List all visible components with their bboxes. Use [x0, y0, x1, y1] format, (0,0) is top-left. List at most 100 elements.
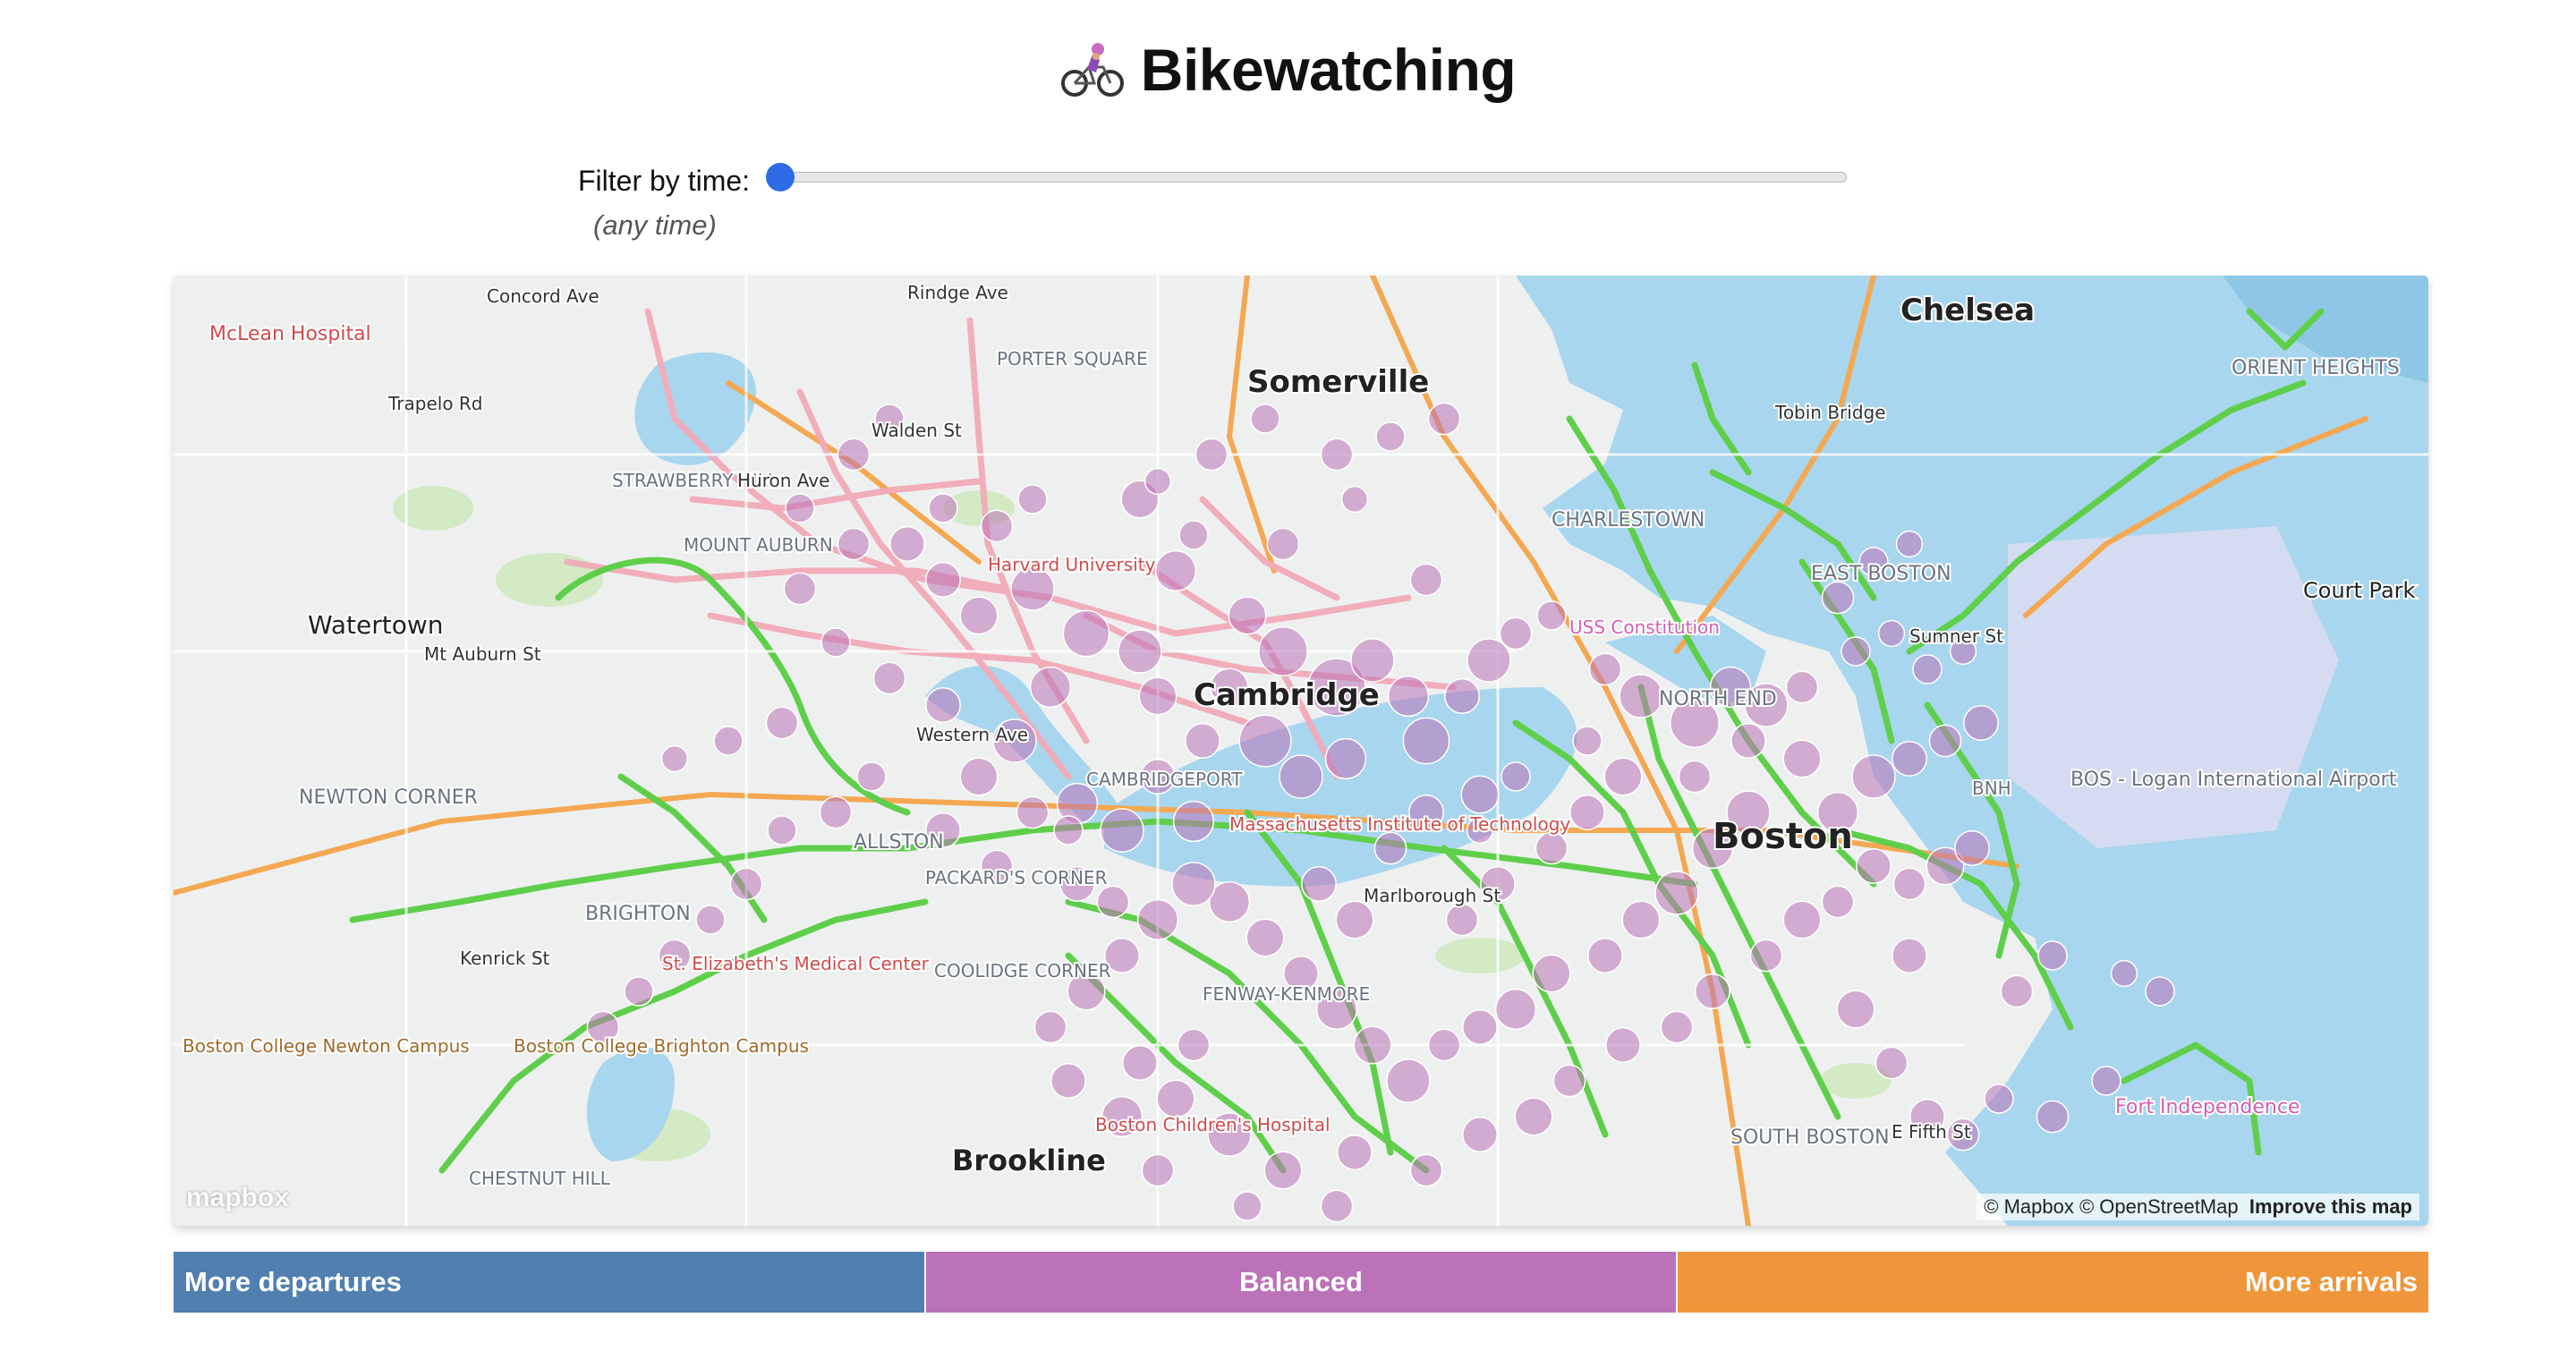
station-marker[interactable]	[1335, 900, 1374, 939]
time-slider[interactable]	[766, 163, 1847, 191]
station-marker[interactable]	[1572, 726, 1603, 756]
station-marker[interactable]	[1258, 626, 1308, 676]
station-marker[interactable]	[1178, 520, 1209, 550]
station-marker[interactable]	[1782, 739, 1822, 778]
station-marker[interactable]	[1928, 724, 1962, 758]
station-marker[interactable]	[1194, 438, 1228, 472]
station-marker[interactable]	[1821, 885, 1855, 919]
station-marker[interactable]	[1501, 761, 1531, 792]
station-marker[interactable]	[1444, 678, 1480, 714]
station-marker[interactable]	[837, 527, 871, 561]
station-marker[interactable]	[1279, 754, 1323, 799]
station-marker[interactable]	[1841, 636, 1871, 667]
station-marker[interactable]	[1375, 421, 1406, 452]
station-marker[interactable]	[783, 572, 817, 606]
station-marker[interactable]	[1462, 1117, 1498, 1152]
station-marker[interactable]	[1250, 404, 1280, 434]
station-marker[interactable]	[1445, 903, 1479, 937]
station-marker[interactable]	[1096, 885, 1130, 919]
station-marker[interactable]	[1177, 1028, 1211, 1062]
station-marker[interactable]	[925, 687, 961, 723]
bike-map[interactable]: Somerville Chelsea Cambridge Boston Watertow…	[174, 276, 2428, 1226]
station-marker[interactable]	[959, 757, 999, 796]
station-marker[interactable]	[1532, 954, 1571, 993]
station-marker[interactable]	[1895, 530, 1924, 558]
station-marker[interactable]	[1892, 741, 1927, 777]
station-marker[interactable]	[980, 509, 1014, 543]
station-marker[interactable]	[1141, 1153, 1175, 1187]
station-marker[interactable]	[1954, 830, 1990, 866]
station-marker[interactable]	[1143, 467, 1172, 496]
station-marker[interactable]	[1386, 1058, 1431, 1103]
station-marker[interactable]	[1402, 717, 1450, 765]
station-marker[interactable]	[856, 761, 887, 792]
station-marker[interactable]	[1605, 1027, 1641, 1063]
station-marker[interactable]	[1156, 1079, 1195, 1118]
station-marker[interactable]	[1136, 898, 1179, 941]
station-marker[interactable]	[925, 562, 961, 598]
station-marker[interactable]	[959, 596, 999, 635]
station-marker[interactable]	[1569, 795, 1605, 830]
station-marker[interactable]	[1856, 848, 1892, 884]
station-marker[interactable]	[1619, 674, 1663, 718]
station-marker[interactable]	[1963, 705, 1999, 741]
station-marker[interactable]	[1171, 862, 1216, 906]
station-marker[interactable]	[1695, 973, 1730, 1009]
station-marker[interactable]	[785, 493, 815, 523]
station-marker[interactable]	[1122, 1045, 1158, 1081]
station-marker[interactable]	[819, 795, 853, 829]
station-marker[interactable]	[872, 661, 906, 695]
attribution-text[interactable]: © Mapbox © OpenStreetMap	[1984, 1195, 2238, 1218]
station-marker[interactable]	[1678, 760, 1712, 794]
station-marker[interactable]	[1050, 1063, 1086, 1099]
mapbox-logo[interactable]: mapbox	[186, 1183, 289, 1213]
station-marker[interactable]	[660, 744, 689, 773]
station-marker[interactable]	[1499, 616, 1533, 650]
station-marker[interactable]	[1785, 670, 1819, 704]
station-marker[interactable]	[2110, 959, 2138, 988]
station-marker[interactable]	[1373, 831, 1407, 865]
station-marker[interactable]	[1324, 737, 1367, 780]
station-marker[interactable]	[1749, 939, 1783, 973]
station-marker[interactable]	[624, 976, 654, 1007]
station-marker[interactable]	[1062, 609, 1110, 658]
station-marker[interactable]	[1654, 871, 1699, 915]
station-marker[interactable]	[1016, 795, 1050, 829]
station-marker[interactable]	[1320, 1189, 1354, 1223]
station-marker[interactable]	[1350, 638, 1395, 683]
station-marker[interactable]	[767, 815, 797, 846]
station-marker[interactable]	[1892, 938, 1927, 973]
station-marker[interactable]	[1118, 629, 1162, 674]
station-marker[interactable]	[713, 726, 744, 756]
station-marker[interactable]	[1821, 581, 1855, 615]
station-marker[interactable]	[1353, 1025, 1392, 1065]
station-marker[interactable]	[1875, 1046, 1909, 1080]
station-marker[interactable]	[1340, 485, 1369, 514]
station-marker[interactable]	[1462, 1009, 1498, 1045]
station-marker[interactable]	[2091, 1066, 2121, 1096]
station-marker[interactable]	[1535, 831, 1569, 865]
slider-track[interactable]	[769, 172, 1847, 183]
station-marker[interactable]	[1029, 666, 1072, 709]
station-marker[interactable]	[1017, 484, 1048, 514]
station-marker[interactable]	[1851, 754, 1896, 799]
station-marker[interactable]	[1245, 918, 1285, 957]
station-marker[interactable]	[2000, 974, 2034, 1008]
station-marker[interactable]	[1138, 676, 1177, 716]
station-marker[interactable]	[1621, 900, 1661, 939]
station-marker[interactable]	[1154, 549, 1197, 592]
station-marker[interactable]	[695, 905, 726, 935]
station-marker[interactable]	[837, 438, 871, 472]
station-marker[interactable]	[1892, 867, 1926, 901]
station-marker[interactable]	[1552, 1064, 1586, 1098]
station-marker[interactable]	[2037, 940, 2068, 971]
station-marker[interactable]	[1460, 775, 1500, 814]
station-marker[interactable]	[1587, 938, 1623, 973]
station-marker[interactable]	[1232, 1191, 1262, 1221]
station-marker[interactable]	[889, 526, 925, 562]
station-marker[interactable]	[1033, 1010, 1067, 1044]
station-marker[interactable]	[1100, 808, 1144, 853]
station-marker[interactable]	[1603, 757, 1643, 796]
station-marker[interactable]	[1266, 527, 1300, 561]
station-marker[interactable]	[2036, 1100, 2070, 1134]
